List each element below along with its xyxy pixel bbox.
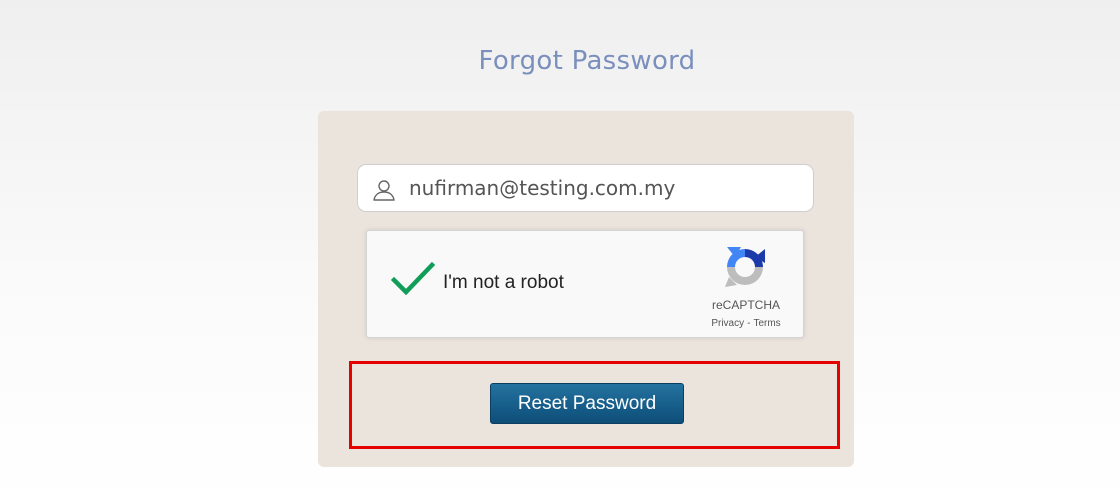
checkmark-icon[interactable] — [390, 261, 436, 297]
privacy-link[interactable]: Privacy — [711, 318, 744, 329]
terms-link[interactable]: Terms — [753, 318, 780, 329]
recaptcha-logo-icon — [721, 243, 769, 291]
email-field[interactable] — [357, 164, 814, 212]
recaptcha-brand: reCAPTCHA — [711, 298, 780, 312]
user-icon — [372, 178, 396, 202]
page-title: Forgot Password — [478, 46, 696, 76]
reset-password-button[interactable]: Reset Password — [490, 383, 684, 424]
recaptcha-links: Privacy - Terms — [687, 318, 805, 329]
not-robot-label: I'm not a robot — [443, 272, 564, 293]
email-input[interactable] — [409, 173, 799, 203]
links-separator: - — [747, 318, 751, 329]
recaptcha-widget: I'm not a robot reCAPTCHA Privacy - Terms — [366, 230, 804, 338]
